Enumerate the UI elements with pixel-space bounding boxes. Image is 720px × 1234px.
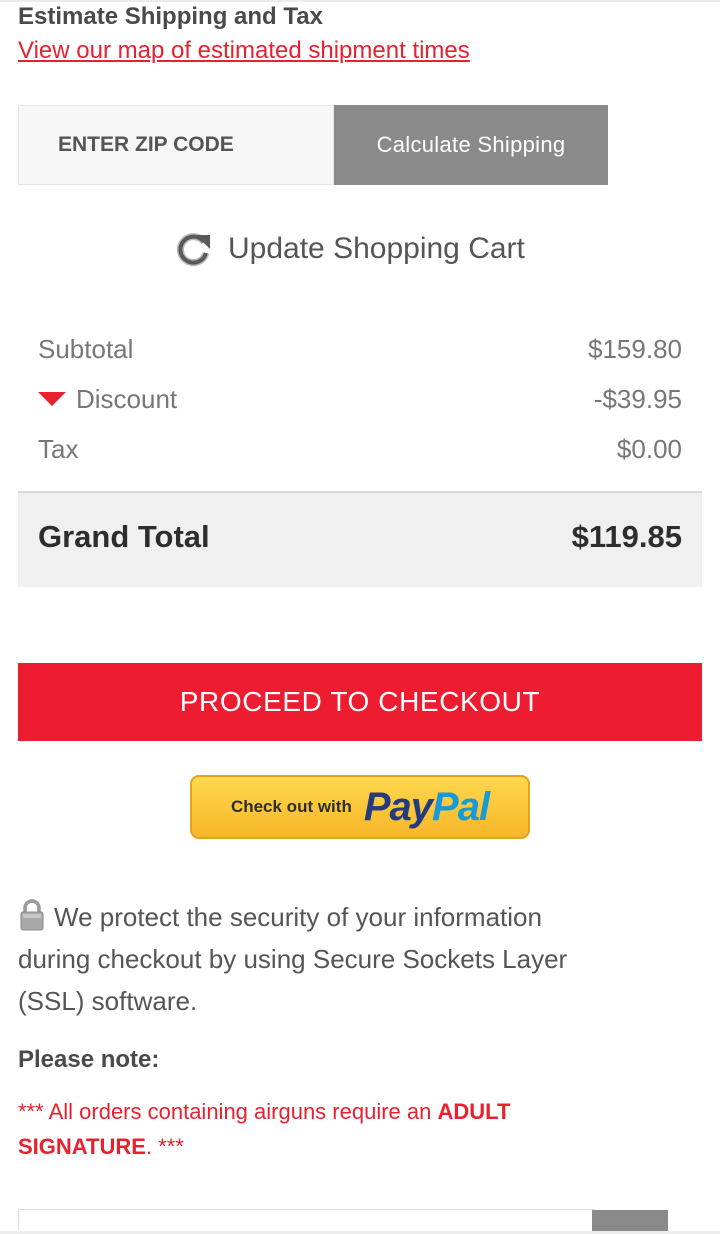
update-cart-button[interactable]: Update Shopping Cart (176, 228, 525, 270)
please-note-heading: Please note: (18, 1046, 160, 1073)
paypal-logo-pay: Pay (363, 784, 433, 829)
paypal-logo-pal: Pal (432, 784, 490, 829)
paypal-checkout-button[interactable]: Check out with Pay Pal (190, 775, 530, 839)
top-divider (0, 0, 720, 2)
subtotal-value: $159.80 (588, 333, 682, 364)
update-cart-label: Update Shopping Cart (228, 232, 525, 265)
subtotal-label: Subtotal (38, 333, 134, 364)
tax-row: Tax $0.00 (38, 429, 682, 469)
security-text: We protect the security of your informat… (18, 902, 568, 1016)
discount-label: Discount (76, 383, 178, 414)
shipment-map-link[interactable]: View our map of estimated shipment times (18, 37, 470, 65)
grand-total-label: Grand Total (38, 519, 210, 554)
zip-code-input[interactable] (18, 105, 334, 185)
discount-toggle[interactable]: Discount (38, 384, 177, 415)
calculate-shipping-button[interactable]: Calculate Shipping (334, 105, 608, 185)
tax-label: Tax (38, 433, 79, 464)
grand-total-value: $119.85 (571, 519, 682, 554)
proceed-to-checkout-button[interactable]: PROCEED TO CHECKOUT (18, 663, 702, 741)
lock-icon (20, 899, 44, 931)
estimate-shipping-title: Estimate Shipping and Tax (18, 3, 323, 30)
adult-signature-note: *** All orders containing airguns requir… (18, 1094, 618, 1164)
adult-note-prefix: *** All orders containing airguns requir… (18, 1099, 438, 1124)
discount-row: Discount -$39.95 (38, 379, 682, 419)
grand-total-row: Grand Total $119.85 (18, 491, 702, 587)
subtotal-row: Subtotal $159.80 (38, 329, 682, 369)
cart-summary-page: Estimate Shipping and Tax View our map o… (0, 0, 720, 1234)
paypal-prefix: Check out with (230, 797, 352, 816)
security-notice: We protect the security of your informat… (18, 896, 608, 1022)
discount-toggle-icon (38, 392, 66, 406)
refresh-icon (176, 233, 210, 267)
discount-value: -$39.95 (593, 383, 682, 414)
tax-value: $0.00 (616, 433, 682, 464)
adult-note-suffix: . *** (145, 1134, 184, 1159)
